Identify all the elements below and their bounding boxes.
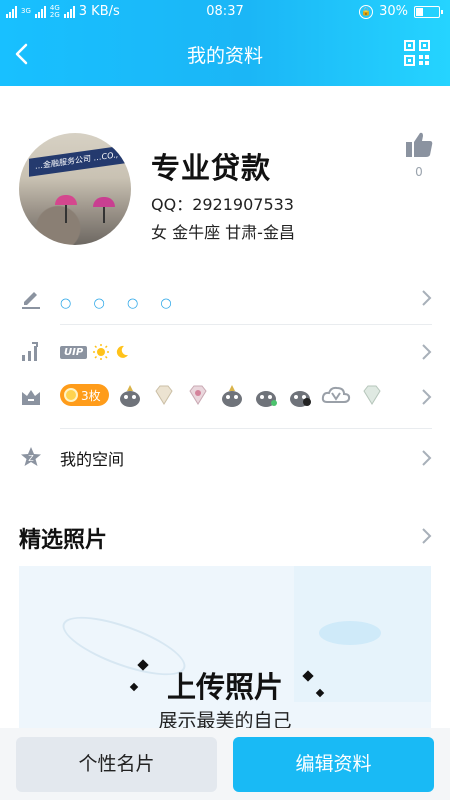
like-count: 0 xyxy=(415,165,423,179)
level-icon xyxy=(22,342,38,361)
qr-code-icon xyxy=(404,40,430,66)
my-space-label: 我的空间 xyxy=(60,450,125,469)
divider xyxy=(60,324,432,325)
like-button[interactable]: 0 xyxy=(403,131,435,179)
qq-number: QQ：2921907533 xyxy=(151,195,294,214)
header: 3G 4G 2G 3 KB/s 08:37 🔒 30% 我的资料 xyxy=(0,0,450,86)
signature-text: ○ ○ ○ ○ xyxy=(60,296,181,311)
chevron-right-icon[interactable] xyxy=(420,527,432,545)
battery-percent: 30% xyxy=(379,4,408,19)
qr-code-button[interactable] xyxy=(404,40,430,66)
cloud-v-icon xyxy=(321,386,350,403)
chevron-right-icon xyxy=(422,389,432,405)
chevron-right-icon xyxy=(422,290,432,306)
edit-profile-button[interactable]: 编辑资料 xyxy=(233,737,434,792)
mole-icon xyxy=(119,385,140,407)
nav-bar: 我的资料 xyxy=(0,24,450,86)
edit-icon xyxy=(22,292,40,309)
diamond-icon xyxy=(189,385,207,405)
svg-text:Z: Z xyxy=(28,454,34,463)
mole-icon xyxy=(221,385,242,407)
rotation-lock-icon: 🔒 xyxy=(359,4,374,19)
profile-info: 女 金牛座 甘肃-金昌 xyxy=(151,223,295,242)
upload-title: 上传照片 xyxy=(166,670,283,704)
thumbs-up-icon xyxy=(406,132,433,157)
crown-icon xyxy=(22,390,40,405)
chevron-right-icon xyxy=(422,450,432,466)
diamond-icon xyxy=(363,385,381,405)
chevron-right-icon xyxy=(422,344,432,360)
avatar[interactable]: …金融服务公司 …CO., LTD. xyxy=(19,133,131,245)
profile-card-button[interactable]: 个性名片 xyxy=(16,737,217,792)
mole-icon xyxy=(255,391,277,407)
profile-name: 专业贷款 xyxy=(151,151,272,185)
star-icon: Z xyxy=(21,447,41,466)
page-title: 我的资料 xyxy=(186,45,263,67)
avatar-shop-sign: …金融服务公司 …CO., LTD. xyxy=(29,143,131,177)
badge-list: 3枚 xyxy=(60,382,385,408)
divider xyxy=(60,428,432,429)
badge-count: 3枚 xyxy=(60,384,109,406)
mole-icon xyxy=(289,391,311,407)
moon-icon xyxy=(117,345,129,358)
coin-icon xyxy=(64,388,78,402)
status-bar: 3G 4G 2G 3 KB/s 08:37 🔒 30% xyxy=(0,0,450,24)
diamond-icon xyxy=(155,385,173,405)
featured-photos-title: 精选照片 xyxy=(19,528,108,553)
battery-icon xyxy=(414,5,443,18)
upload-photos-area[interactable]: 上传照片 展示最美的自己 xyxy=(19,566,431,736)
bottom-bar: 个性名片 编辑资料 xyxy=(0,728,450,800)
vip-info: UIP xyxy=(60,344,129,360)
sun-icon xyxy=(93,344,110,360)
vip-badge: UIP xyxy=(60,345,88,359)
